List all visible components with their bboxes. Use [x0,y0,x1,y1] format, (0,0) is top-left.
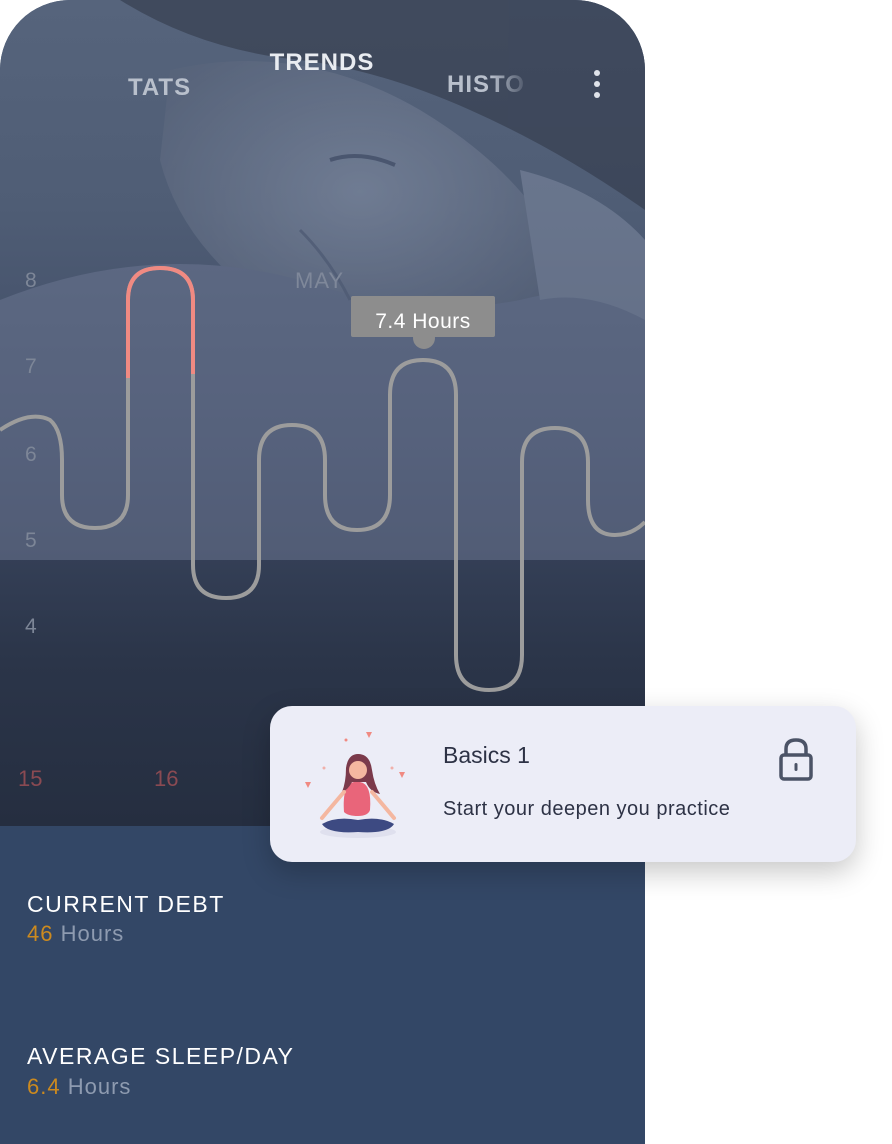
average-sleep-number: 6.4 [27,1074,61,1099]
current-debt-label: CURRENT DEBT [27,891,225,917]
average-sleep-unit: Hours [67,1074,132,1099]
current-debt-unit: Hours [60,921,125,946]
lesson-card[interactable]: Basics 1 Start your deepen you practice [270,706,856,862]
sleep-trend-line [0,265,645,693]
meditation-illustration [305,732,405,838]
chart-canvas [0,265,645,693]
lock-icon[interactable] [776,736,816,782]
value-tooltip: 7.4 Hours [351,296,495,337]
stats-panel: CURRENT DEBT 46 Hours AVERAGE SLEEP/DAY … [0,826,645,1144]
average-sleep-value: 6.4 Hours [27,1074,131,1100]
highlight-segment [126,265,195,378]
average-sleep-label: AVERAGE SLEEP/DAY [27,1043,295,1069]
x-tick-15[interactable]: 15 [18,766,42,792]
current-debt-number: 46 [27,921,54,946]
x-tick-16[interactable]: 16 [154,766,178,792]
card-subtitle: Start your deepen you practice [443,798,731,820]
current-debt-value: 46 Hours [27,921,124,947]
phone-screen: TATS TRENDS HISTO 8 7 6 5 4 MAY 7.4 Hour… [0,0,645,1144]
card-title: Basics 1 [443,742,530,768]
